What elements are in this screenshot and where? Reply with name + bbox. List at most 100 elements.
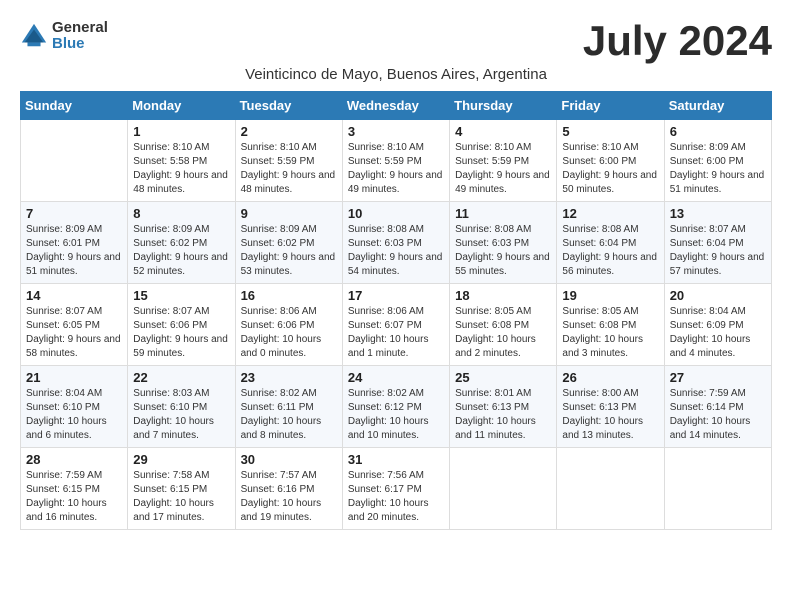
day-number: 11 xyxy=(455,206,551,221)
day-info: Sunrise: 8:04 AMSunset: 6:09 PMDaylight:… xyxy=(670,305,766,361)
day-info: Sunrise: 8:02 AMSunset: 6:11 PMDaylight:… xyxy=(241,387,337,443)
calendar-cell: 16 Sunrise: 8:06 AMSunset: 6:06 PMDaylig… xyxy=(235,284,342,366)
calendar-cell: 20 Sunrise: 8:04 AMSunset: 6:09 PMDaylig… xyxy=(664,284,771,366)
day-number: 22 xyxy=(133,370,229,385)
calendar-cell: 26 Sunrise: 8:00 AMSunset: 6:13 PMDaylig… xyxy=(557,366,664,448)
day-info: Sunrise: 7:59 AMSunset: 6:15 PMDaylight:… xyxy=(26,469,122,525)
day-info: Sunrise: 8:09 AMSunset: 6:02 PMDaylight:… xyxy=(133,223,229,279)
calendar-header-tuesday: Tuesday xyxy=(235,92,342,120)
calendar-cell: 13 Sunrise: 8:07 AMSunset: 6:04 PMDaylig… xyxy=(664,202,771,284)
day-info: Sunrise: 8:07 AMSunset: 6:06 PMDaylight:… xyxy=(133,305,229,361)
day-info: Sunrise: 8:09 AMSunset: 6:02 PMDaylight:… xyxy=(241,223,337,279)
calendar-cell: 18 Sunrise: 8:05 AMSunset: 6:08 PMDaylig… xyxy=(450,284,557,366)
calendar-cell: 29 Sunrise: 7:58 AMSunset: 6:15 PMDaylig… xyxy=(128,448,235,530)
calendar-cell: 10 Sunrise: 8:08 AMSunset: 6:03 PMDaylig… xyxy=(342,202,449,284)
day-info: Sunrise: 8:07 AMSunset: 6:05 PMDaylight:… xyxy=(26,305,122,361)
calendar-week-4: 28 Sunrise: 7:59 AMSunset: 6:15 PMDaylig… xyxy=(21,448,772,530)
day-info: Sunrise: 8:02 AMSunset: 6:12 PMDaylight:… xyxy=(348,387,444,443)
day-number: 26 xyxy=(562,370,658,385)
day-info: Sunrise: 8:00 AMSunset: 6:13 PMDaylight:… xyxy=(562,387,658,443)
day-info: Sunrise: 8:07 AMSunset: 6:04 PMDaylight:… xyxy=(670,223,766,279)
calendar-cell xyxy=(557,448,664,530)
day-number: 16 xyxy=(241,288,337,303)
day-number: 5 xyxy=(562,124,658,139)
calendar-cell: 25 Sunrise: 8:01 AMSunset: 6:13 PMDaylig… xyxy=(450,366,557,448)
day-number: 20 xyxy=(670,288,766,303)
day-info: Sunrise: 7:57 AMSunset: 6:16 PMDaylight:… xyxy=(241,469,337,525)
calendar-cell: 19 Sunrise: 8:05 AMSunset: 6:08 PMDaylig… xyxy=(557,284,664,366)
day-info: Sunrise: 7:56 AMSunset: 6:17 PMDaylight:… xyxy=(348,469,444,525)
day-info: Sunrise: 8:03 AMSunset: 6:10 PMDaylight:… xyxy=(133,387,229,443)
calendar-header-friday: Friday xyxy=(557,92,664,120)
day-number: 10 xyxy=(348,206,444,221)
calendar-header-saturday: Saturday xyxy=(664,92,771,120)
day-info: Sunrise: 8:06 AMSunset: 6:06 PMDaylight:… xyxy=(241,305,337,361)
day-number: 4 xyxy=(455,124,551,139)
day-info: Sunrise: 8:05 AMSunset: 6:08 PMDaylight:… xyxy=(562,305,658,361)
calendar-cell: 3 Sunrise: 8:10 AMSunset: 5:59 PMDayligh… xyxy=(342,120,449,202)
calendar-cell xyxy=(21,120,128,202)
day-info: Sunrise: 8:10 AMSunset: 5:58 PMDaylight:… xyxy=(133,141,229,197)
calendar-cell: 15 Sunrise: 8:07 AMSunset: 6:06 PMDaylig… xyxy=(128,284,235,366)
calendar-cell: 12 Sunrise: 8:08 AMSunset: 6:04 PMDaylig… xyxy=(557,202,664,284)
logo-icon xyxy=(20,22,48,50)
calendar-cell: 5 Sunrise: 8:10 AMSunset: 6:00 PMDayligh… xyxy=(557,120,664,202)
calendar-week-0: 1 Sunrise: 8:10 AMSunset: 5:58 PMDayligh… xyxy=(21,120,772,202)
calendar-cell: 24 Sunrise: 8:02 AMSunset: 6:12 PMDaylig… xyxy=(342,366,449,448)
calendar-cell: 30 Sunrise: 7:57 AMSunset: 6:16 PMDaylig… xyxy=(235,448,342,530)
day-number: 14 xyxy=(26,288,122,303)
logo-general: General xyxy=(52,19,108,36)
calendar-header-thursday: Thursday xyxy=(450,92,557,120)
day-info: Sunrise: 8:04 AMSunset: 6:10 PMDaylight:… xyxy=(26,387,122,443)
calendar-cell: 11 Sunrise: 8:08 AMSunset: 6:03 PMDaylig… xyxy=(450,202,557,284)
calendar-cell: 28 Sunrise: 7:59 AMSunset: 6:15 PMDaylig… xyxy=(21,448,128,530)
day-info: Sunrise: 8:01 AMSunset: 6:13 PMDaylight:… xyxy=(455,387,551,443)
day-info: Sunrise: 8:10 AMSunset: 5:59 PMDaylight:… xyxy=(241,141,337,197)
calendar-cell: 31 Sunrise: 7:56 AMSunset: 6:17 PMDaylig… xyxy=(342,448,449,530)
calendar-cell: 14 Sunrise: 8:07 AMSunset: 6:05 PMDaylig… xyxy=(21,284,128,366)
day-number: 24 xyxy=(348,370,444,385)
calendar-cell: 4 Sunrise: 8:10 AMSunset: 5:59 PMDayligh… xyxy=(450,120,557,202)
day-number: 3 xyxy=(348,124,444,139)
day-number: 17 xyxy=(348,288,444,303)
calendar-cell: 7 Sunrise: 8:09 AMSunset: 6:01 PMDayligh… xyxy=(21,202,128,284)
day-number: 1 xyxy=(133,124,229,139)
calendar-cell: 9 Sunrise: 8:09 AMSunset: 6:02 PMDayligh… xyxy=(235,202,342,284)
day-number: 29 xyxy=(133,452,229,467)
day-info: Sunrise: 8:06 AMSunset: 6:07 PMDaylight:… xyxy=(348,305,444,361)
calendar: SundayMondayTuesdayWednesdayThursdayFrid… xyxy=(20,91,772,530)
calendar-cell: 2 Sunrise: 8:10 AMSunset: 5:59 PMDayligh… xyxy=(235,120,342,202)
calendar-cell: 1 Sunrise: 8:10 AMSunset: 5:58 PMDayligh… xyxy=(128,120,235,202)
day-number: 8 xyxy=(133,206,229,221)
calendar-header-wednesday: Wednesday xyxy=(342,92,449,120)
day-info: Sunrise: 7:59 AMSunset: 6:14 PMDaylight:… xyxy=(670,387,766,443)
day-number: 6 xyxy=(670,124,766,139)
day-info: Sunrise: 7:58 AMSunset: 6:15 PMDaylight:… xyxy=(133,469,229,525)
calendar-cell: 27 Sunrise: 7:59 AMSunset: 6:14 PMDaylig… xyxy=(664,366,771,448)
day-number: 31 xyxy=(348,452,444,467)
day-info: Sunrise: 8:05 AMSunset: 6:08 PMDaylight:… xyxy=(455,305,551,361)
day-number: 12 xyxy=(562,206,658,221)
day-number: 18 xyxy=(455,288,551,303)
logo-blue: Blue xyxy=(52,35,85,52)
day-number: 13 xyxy=(670,206,766,221)
calendar-cell: 17 Sunrise: 8:06 AMSunset: 6:07 PMDaylig… xyxy=(342,284,449,366)
calendar-header-monday: Monday xyxy=(128,92,235,120)
month-title: July 2024 xyxy=(583,20,772,62)
day-info: Sunrise: 8:10 AMSunset: 5:59 PMDaylight:… xyxy=(348,141,444,197)
day-info: Sunrise: 8:10 AMSunset: 5:59 PMDaylight:… xyxy=(455,141,551,197)
calendar-cell xyxy=(450,448,557,530)
calendar-cell: 23 Sunrise: 8:02 AMSunset: 6:11 PMDaylig… xyxy=(235,366,342,448)
calendar-header-row: SundayMondayTuesdayWednesdayThursdayFrid… xyxy=(21,92,772,120)
location-title: Veinticinco de Mayo, Buenos Aires, Argen… xyxy=(20,66,772,83)
day-number: 7 xyxy=(26,206,122,221)
day-number: 15 xyxy=(133,288,229,303)
day-number: 30 xyxy=(241,452,337,467)
calendar-cell: 8 Sunrise: 8:09 AMSunset: 6:02 PMDayligh… xyxy=(128,202,235,284)
calendar-week-2: 14 Sunrise: 8:07 AMSunset: 6:05 PMDaylig… xyxy=(21,284,772,366)
day-number: 9 xyxy=(241,206,337,221)
day-info: Sunrise: 8:10 AMSunset: 6:00 PMDaylight:… xyxy=(562,141,658,197)
day-number: 23 xyxy=(241,370,337,385)
logo: General Blue xyxy=(20,20,108,52)
day-number: 19 xyxy=(562,288,658,303)
